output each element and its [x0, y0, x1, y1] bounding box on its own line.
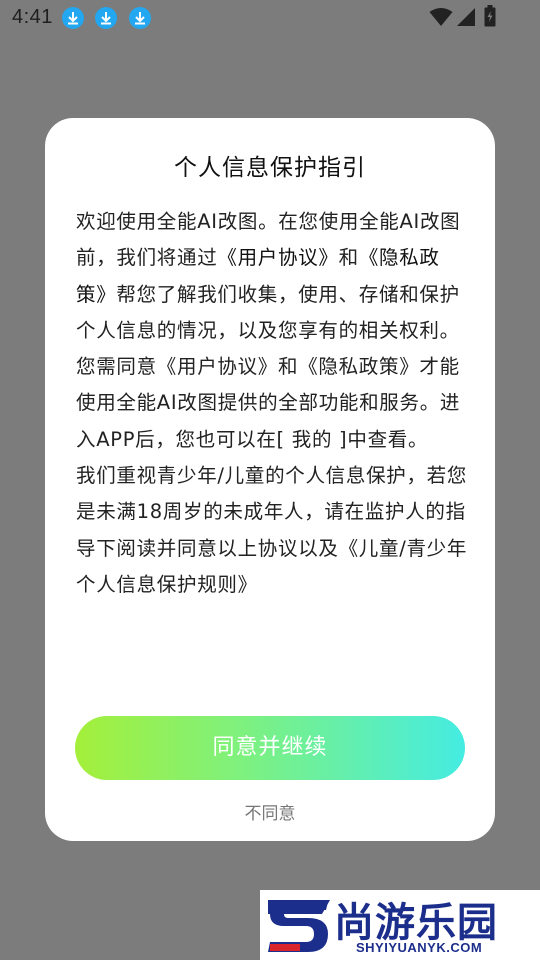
dialog-title: 个人信息保护指引 [174, 155, 366, 181]
intro-text-rest: 帮您了解我们收集，使用、存储和保护个人信息的情况，以及您享有的相关权利。您需同意… [76, 282, 461, 451]
download-notification-icon [129, 7, 151, 29]
site-watermark: 尚游乐园 SHYIYUANYK.COM [260, 890, 540, 960]
status-bar: 4:41 [0, 0, 540, 36]
intro-text-and: 和 [338, 246, 359, 270]
download-notification-icon [95, 7, 117, 29]
privacy-dialog: 个人信息保护指引 欢迎使用全能AI改图。在您使用全能AI改图前，我们将通过《用户… [45, 118, 495, 841]
watermark-logo-icon [266, 894, 332, 960]
wifi-icon [429, 7, 453, 31]
status-time: 4:41 [12, 6, 53, 28]
dialog-body: 欢迎使用全能AI改图。在您使用全能AI改图前，我们将通过《用户协议》和《隐私政策… [76, 204, 468, 603]
cellular-signal-icon [456, 7, 476, 31]
user-agreement-link[interactable]: 《用户协议》 [217, 246, 338, 269]
minor-protection-paragraph: 我们重视青少年/儿童的个人信息保护，若您是未满18周岁的未成年人，请在监护人的指… [76, 464, 468, 596]
watermark-url: SHYIYUANYK.COM [356, 940, 483, 955]
intro-paragraph: 欢迎使用全能AI改图。在您使用全能AI改图前，我们将通过《用户协议》和《隐私政策… [76, 204, 468, 458]
disagree-button[interactable]: 不同意 [45, 799, 495, 824]
battery-charging-icon [484, 5, 496, 31]
download-notification-icon [62, 7, 84, 29]
agree-continue-button[interactable]: 同意并继续 [75, 716, 465, 780]
